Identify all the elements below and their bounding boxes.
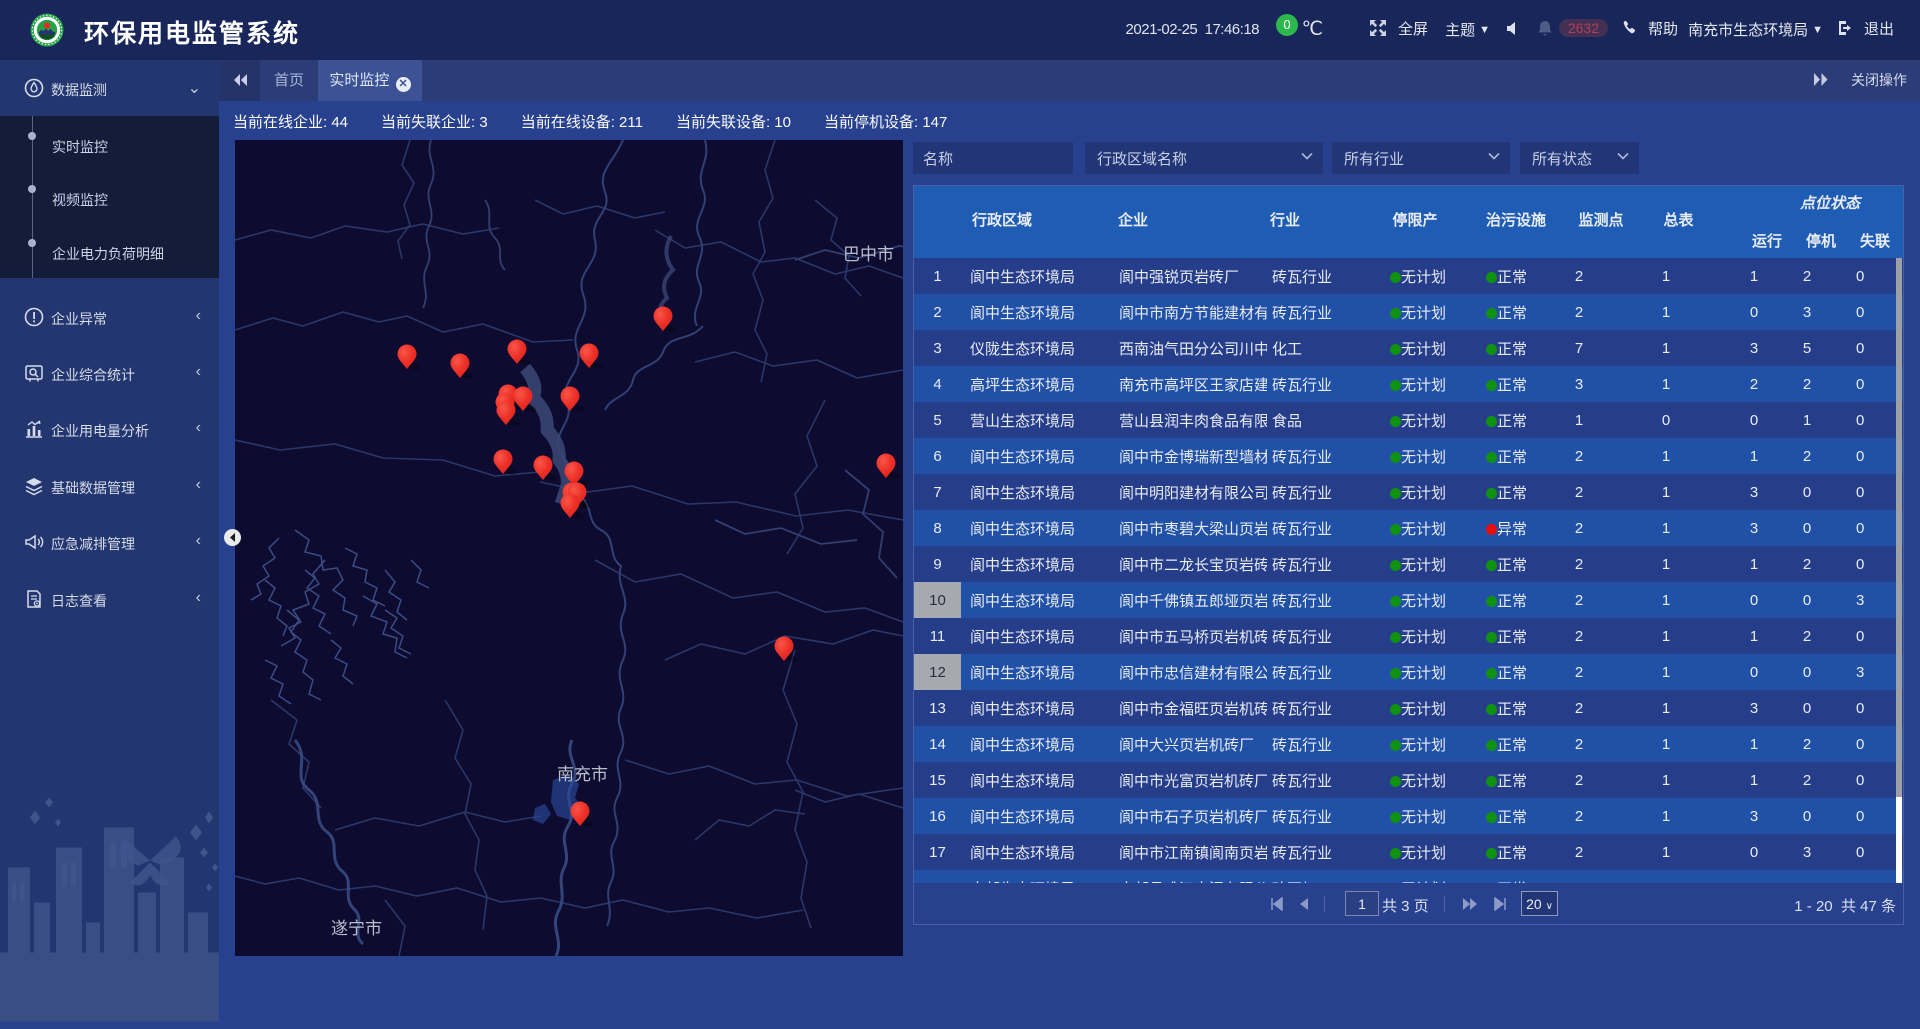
svg-text:巴中市: 巴中市: [843, 245, 894, 264]
svg-text:南充市: 南充市: [557, 765, 608, 784]
svg-text:遂宁市: 遂宁市: [331, 919, 382, 938]
